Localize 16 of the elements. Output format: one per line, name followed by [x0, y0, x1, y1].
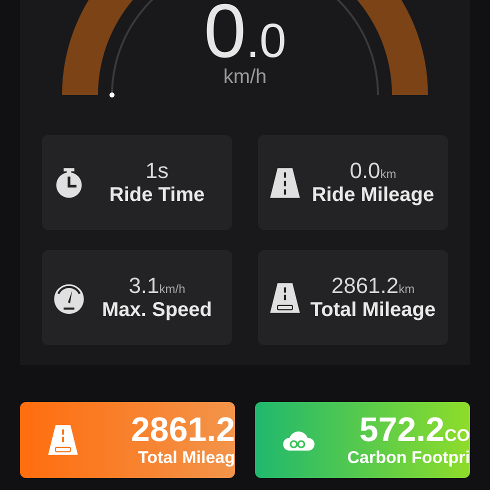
- road-icon: [46, 423, 80, 457]
- stat-value: 2861.2km: [330, 273, 416, 299]
- road-icon: [268, 280, 302, 314]
- road-icon: [268, 166, 302, 200]
- stat-value: 0.0km: [348, 158, 398, 184]
- stat-label: Ride Time: [108, 184, 206, 207]
- stat-value: 3.1km/h: [128, 273, 186, 299]
- stat-label: Ride Mileage: [310, 184, 436, 207]
- stat-label: Total Mileage: [309, 298, 437, 322]
- summary-label: Total Mileag: [137, 448, 235, 467]
- gauge-needle-dot: [110, 92, 114, 98]
- stat-value: 1s: [144, 158, 170, 184]
- summary-value: 572.2CO: [358, 413, 470, 449]
- summary-label: Carbon Footpri: [346, 448, 470, 467]
- summary-value: 2861.2: [130, 413, 235, 449]
- stat-label: Max. Speed: [100, 298, 214, 322]
